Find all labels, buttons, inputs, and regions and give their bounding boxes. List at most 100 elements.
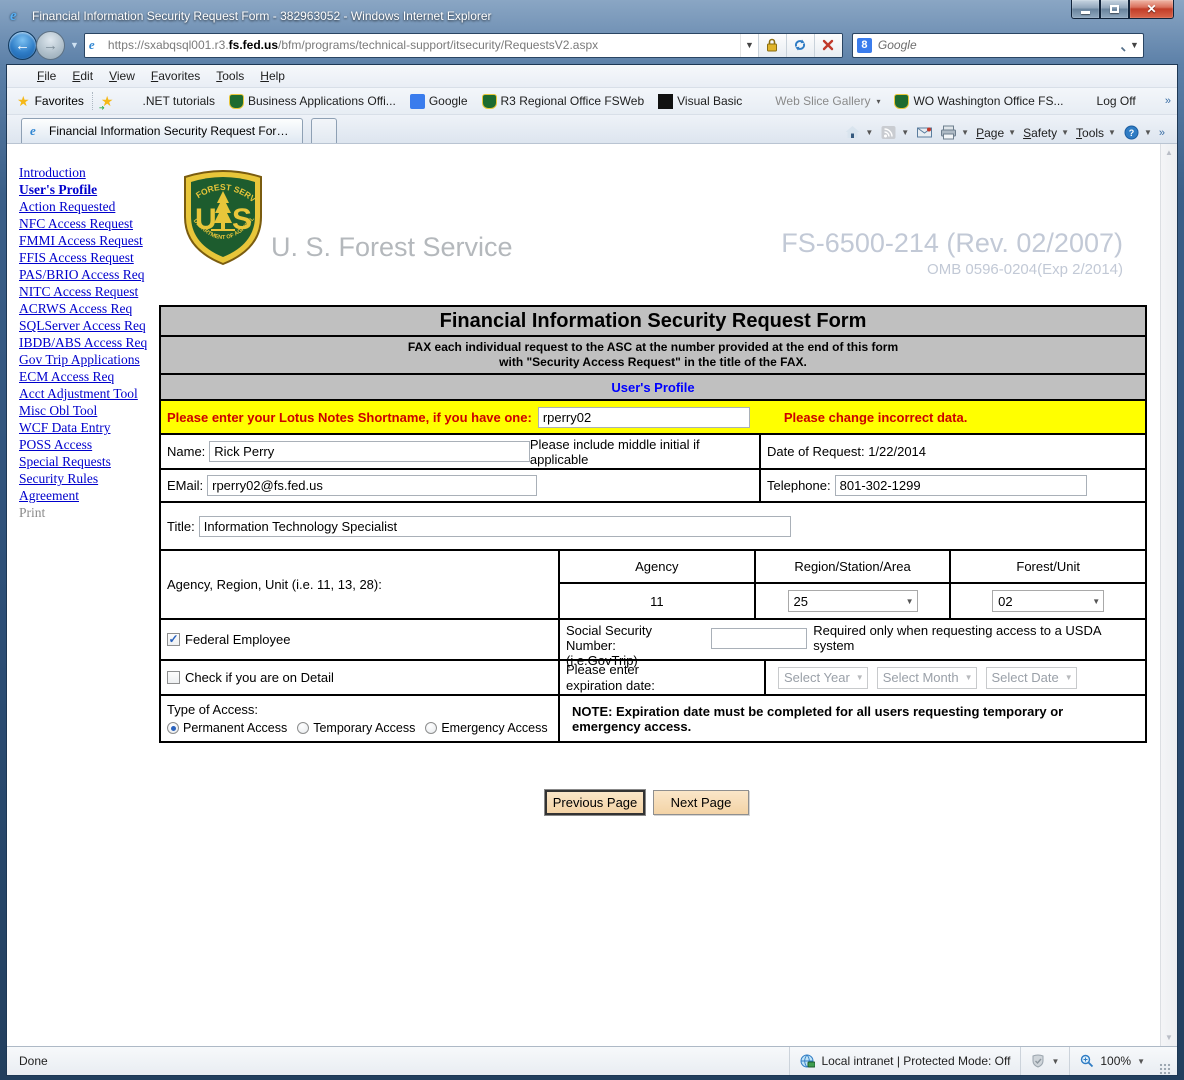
forward-button[interactable]: →	[36, 31, 65, 60]
sidebar-link[interactable]: Gov Trip Applications	[19, 351, 151, 368]
menu-item[interactable]: View	[101, 67, 143, 85]
expiration-date-select[interactable]: Select Year▼	[778, 667, 868, 689]
scroll-down-arrow[interactable]: ▼	[1161, 1029, 1177, 1046]
sidebar-link[interactable]: NITC Access Request	[19, 283, 151, 300]
radio-button-icon[interactable]	[425, 722, 437, 734]
sidebar-link[interactable]: User's Profile	[19, 181, 151, 198]
name-input[interactable]	[209, 441, 530, 462]
shortname-input[interactable]	[538, 407, 750, 428]
favorites-bar-item[interactable]: .NET tutorials	[123, 94, 214, 109]
zoom-dropdown-icon[interactable]: ▼	[1137, 1057, 1145, 1066]
radio-button-icon[interactable]	[297, 722, 309, 734]
expiration-date-select[interactable]: Select Date▼	[986, 667, 1077, 689]
scroll-up-arrow[interactable]: ▲	[1161, 144, 1177, 161]
help-dropdown-icon[interactable]: ▼	[1144, 128, 1152, 137]
zoom-control[interactable]: 100% ▼	[1069, 1047, 1155, 1075]
favorites-bar-item[interactable]: Google	[410, 94, 468, 109]
print-dropdown-icon[interactable]: ▼	[961, 128, 969, 137]
radio-button-icon[interactable]	[167, 722, 179, 734]
favorites-button[interactable]: Favorites	[35, 94, 84, 108]
favorites-bar-item[interactable]: Visual Basic	[658, 94, 742, 109]
sidebar-link[interactable]: POSS Access	[19, 436, 151, 453]
new-tab-stub[interactable]	[311, 118, 337, 143]
favorites-bar-item[interactable]: Business Applications Offi...	[229, 94, 396, 109]
sidebar-link[interactable]: ECM Access Req	[19, 368, 151, 385]
close-button[interactable]: ✕	[1129, 0, 1174, 19]
maximize-button[interactable]	[1100, 0, 1129, 19]
sidebar-link[interactable]: IBDB/ABS Access Req	[19, 334, 151, 351]
home-button[interactable]	[844, 125, 861, 140]
command-overflow-icon[interactable]: »	[1159, 127, 1165, 139]
feeds-dropdown-icon[interactable]: ▼	[901, 128, 909, 137]
next-page-button[interactable]: Next Page	[653, 790, 749, 815]
safety-dropdown-icon[interactable]: ▼	[1061, 128, 1069, 137]
menu-item[interactable]: Help	[252, 67, 293, 85]
federal-employee-checkbox[interactable]	[167, 633, 180, 646]
access-radio-option[interactable]: Temporary Access	[297, 721, 415, 735]
vertical-scrollbar[interactable]: ▲ ▼	[1160, 144, 1177, 1046]
favorites-overflow-icon[interactable]: »	[1165, 95, 1171, 107]
sidebar-link[interactable]: ACRWS Access Req	[19, 300, 151, 317]
resize-grip[interactable]	[1159, 1063, 1171, 1075]
url-input[interactable]: e https://sxabqsql001.r3.fs.fed.us/bfm/p…	[85, 34, 740, 57]
sidebar-link[interactable]: Special Requests	[19, 453, 151, 470]
favorites-bar-item[interactable]: Log Off	[1078, 94, 1136, 109]
sidebar-link[interactable]: Acct Adjustment Tool	[19, 385, 151, 402]
help-button[interactable]: ?	[1123, 125, 1140, 140]
address-dropdown-icon[interactable]: ▼	[740, 34, 758, 57]
page-menu-button[interactable]: Page	[976, 126, 1004, 140]
search-magnifier-icon[interactable]	[1113, 39, 1126, 52]
sidebar-link[interactable]: Action Requested	[19, 198, 151, 215]
tab-active[interactable]: e Financial Information Security Request…	[21, 118, 303, 143]
favorites-bar-item[interactable]: Web Slice Gallery	[756, 94, 880, 109]
menu-item[interactable]: Tools	[208, 67, 252, 85]
sidebar-link[interactable]: SQLServer Access Req	[19, 317, 151, 334]
menu-item[interactable]: Favorites	[143, 67, 208, 85]
email-input[interactable]	[207, 475, 537, 496]
tools-dropdown-icon[interactable]: ▼	[1108, 128, 1116, 137]
access-radio-option[interactable]: Permanent Access	[167, 721, 287, 735]
back-button[interactable]: ←	[8, 31, 37, 60]
favorites-star-icon: ★	[17, 93, 30, 110]
home-dropdown-icon[interactable]: ▼	[865, 128, 873, 137]
favorites-bar-item[interactable]: R3 Regional Office FSWeb	[482, 94, 645, 109]
stop-button[interactable]	[814, 34, 842, 57]
ssn-input[interactable]	[711, 628, 807, 649]
sidebar-link[interactable]: FMMI Access Request	[19, 232, 151, 249]
security-lock-icon[interactable]	[758, 34, 786, 57]
telephone-input[interactable]	[835, 475, 1087, 496]
on-detail-checkbox[interactable]	[167, 671, 180, 684]
tools-menu-button[interactable]: Tools	[1076, 126, 1104, 140]
menu-item[interactable]: File	[29, 67, 64, 85]
sidebar-link[interactable]: Security Rules	[19, 470, 151, 487]
search-box[interactable]: 8 Google ▼	[852, 33, 1144, 58]
previous-page-button[interactable]: Previous Page	[545, 790, 645, 815]
job-title-input[interactable]	[199, 516, 791, 537]
history-dropdown-icon[interactable]: ▼	[68, 40, 81, 50]
add-favorite-button[interactable]: ★	[101, 93, 114, 110]
privacy-dropdown-icon[interactable]: ▼	[1051, 1057, 1059, 1066]
minimize-button[interactable]	[1071, 0, 1100, 19]
menu-item[interactable]: Edit	[64, 67, 101, 85]
forest-select[interactable]: 02▼	[992, 590, 1104, 612]
print-button[interactable]	[940, 125, 957, 140]
sidebar-link[interactable]: Agreement	[19, 487, 151, 504]
region-select[interactable]: 25▼	[788, 590, 918, 612]
sidebar-link[interactable]: Introduction	[19, 164, 151, 181]
sidebar-link[interactable]: Misc Obl Tool	[19, 402, 151, 419]
page-dropdown-icon[interactable]: ▼	[1008, 128, 1016, 137]
svg-text:U: U	[195, 203, 217, 236]
sidebar-link[interactable]: NFC Access Request	[19, 215, 151, 232]
sidebar-link[interactable]: FFIS Access Request	[19, 249, 151, 266]
access-radio-option[interactable]: Emergency Access	[425, 721, 547, 735]
read-mail-button[interactable]	[916, 125, 933, 140]
expiration-date-select[interactable]: Select Month▼	[877, 667, 977, 689]
sidebar-link[interactable]: PAS/BRIO Access Req	[19, 266, 151, 283]
protected-mode-control[interactable]: ▼	[1020, 1047, 1069, 1075]
search-dropdown-icon[interactable]: ▼	[1130, 40, 1139, 50]
safety-menu-button[interactable]: Safety	[1023, 126, 1057, 140]
feeds-button[interactable]	[880, 125, 897, 140]
sidebar-link[interactable]: WCF Data Entry	[19, 419, 151, 436]
refresh-button[interactable]	[786, 34, 814, 57]
favorites-bar-item[interactable]: WO Washington Office FS...	[894, 94, 1063, 109]
